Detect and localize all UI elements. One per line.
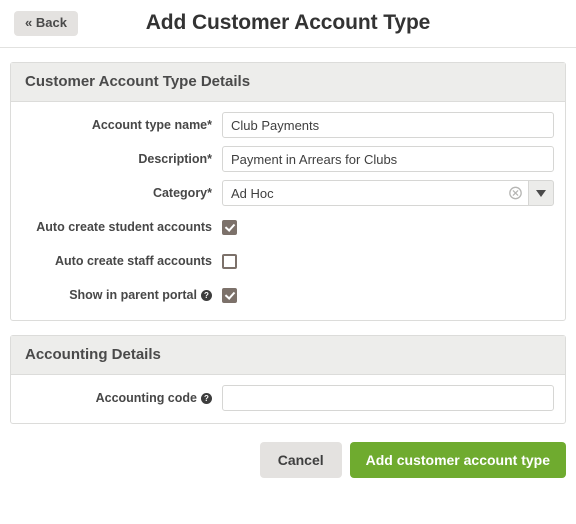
accounting-panel-body: Accounting code ? — [11, 375, 565, 423]
description-label: Description* — [138, 151, 212, 166]
accounting-panel-title: Accounting Details — [11, 336, 565, 375]
accounting-code-field-wrap — [222, 385, 554, 411]
auto-create-student-accounts-field-wrap — [222, 219, 553, 235]
details-panel-title: Customer Account Type Details — [11, 63, 565, 102]
caret-down-icon — [536, 189, 546, 197]
page-header: « Back Add Customer Account Type — [0, 0, 576, 48]
category-dropdown-button[interactable] — [528, 180, 554, 206]
form-row-auto-create-staff-accounts: Auto create staff accounts — [23, 248, 553, 274]
category-field-wrap — [222, 180, 554, 206]
add-customer-account-type-button[interactable]: Add customer account type — [349, 442, 566, 478]
form-row-auto-create-student-accounts: Auto create student accounts — [23, 214, 553, 240]
show-in-parent-portal-field-wrap — [222, 287, 553, 303]
form-row-show-in-parent-portal: Show in parent portal ? — [23, 282, 553, 308]
clear-circle-icon[interactable] — [509, 186, 522, 200]
auto-create-staff-accounts-checkbox[interactable] — [222, 253, 237, 269]
customer-account-type-details-panel: Customer Account Type Details Account ty… — [10, 62, 566, 321]
category-combobox[interactable] — [222, 180, 554, 206]
form-row-description: Description* — [23, 146, 554, 172]
accounting-details-panel: Accounting Details Accounting code ? — [10, 335, 566, 424]
category-input[interactable] — [222, 180, 528, 206]
auto-create-student-accounts-checkbox[interactable] — [222, 219, 237, 235]
accounting-code-label-wrap: Accounting code ? — [23, 391, 222, 406]
show-in-parent-portal-checkbox[interactable] — [222, 287, 237, 303]
account-type-name-label: Account type name* — [91, 117, 212, 132]
description-input[interactable] — [222, 146, 554, 172]
cancel-button[interactable]: Cancel — [259, 442, 342, 478]
question-mark-icon[interactable]: ? — [201, 392, 212, 404]
account-type-name-input[interactable] — [222, 112, 554, 138]
form-row-accounting-code: Accounting code ? — [23, 385, 554, 411]
question-mark-icon[interactable]: ? — [201, 289, 212, 301]
page-title: Add Customer Account Type — [145, 11, 431, 34]
category-label: Category* — [152, 185, 212, 200]
auto-create-staff-accounts-field-wrap — [222, 253, 553, 269]
show-in-parent-portal-label-wrap: Show in parent portal ? — [23, 288, 222, 303]
account-type-name-field-wrap — [222, 112, 554, 138]
accounting-code-label: Accounting code — [95, 390, 197, 405]
auto-create-student-accounts-label: Auto create student accounts — [36, 219, 212, 234]
category-input-wrap — [222, 180, 528, 206]
description-field-wrap — [222, 146, 554, 172]
form-actions: Cancel Add customer account type — [10, 442, 566, 478]
accounting-code-input[interactable] — [222, 385, 554, 411]
auto-create-staff-accounts-label: Auto create staff accounts — [55, 253, 212, 268]
form-row-category: Category* — [23, 180, 554, 206]
show-in-parent-portal-label: Show in parent portal — [69, 287, 197, 302]
details-panel-body: Account type name* Description* Category… — [11, 102, 565, 320]
form-row-account-type-name: Account type name* — [23, 112, 554, 138]
